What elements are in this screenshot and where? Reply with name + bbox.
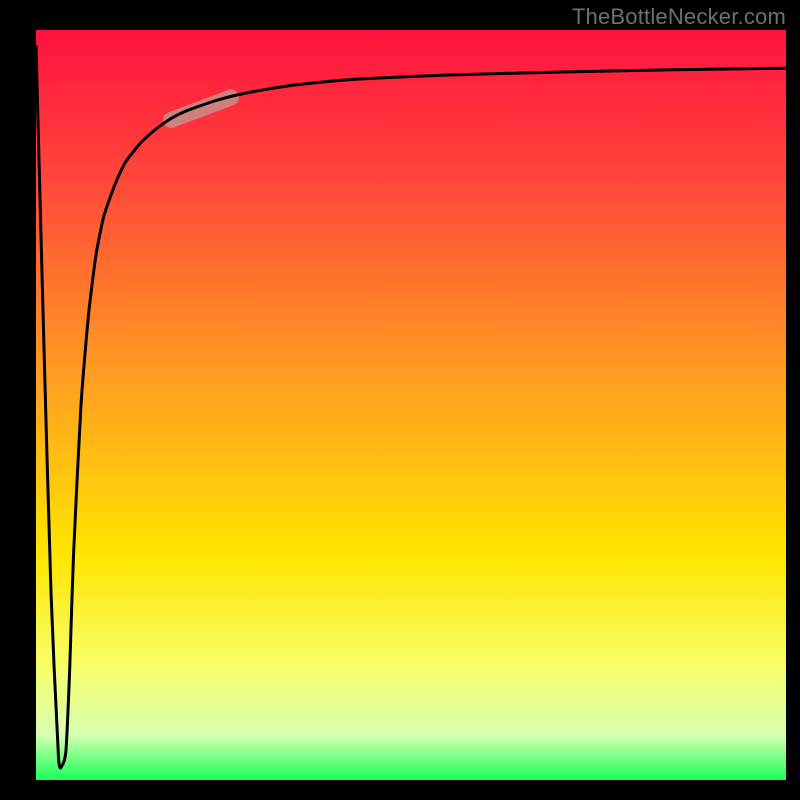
- plot-background: [36, 30, 786, 780]
- chart-svg: [0, 0, 800, 800]
- watermark-text: TheBottleNecker.com: [572, 4, 786, 30]
- chart-container: TheBottleNecker.com: [0, 0, 800, 800]
